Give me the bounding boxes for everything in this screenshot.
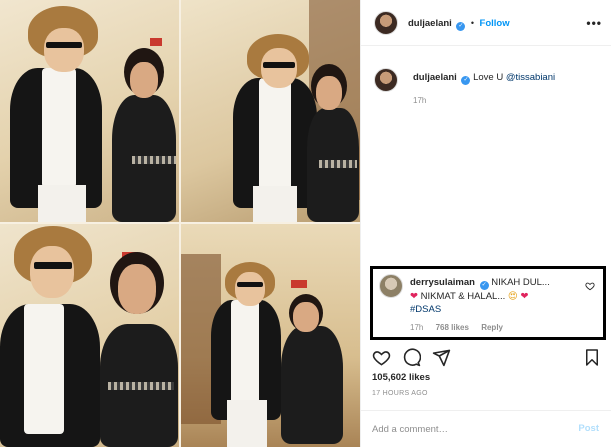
photo-panel-top-left [0,0,179,222]
comment-text-1: NIKAH DUL... [491,277,550,288]
caption-body: Love U [473,72,504,83]
avatar[interactable] [374,68,398,92]
comment-text-2: NIKMAT & HALAL... [420,291,506,302]
woman-dress [281,326,343,444]
caption-text: duljaelani ✓ Love U @tissabiani [413,72,555,85]
reply-button[interactable]: Reply [481,323,503,332]
comment-meta: 17h 768 likes Reply [410,323,513,332]
man-shirt [231,300,259,404]
collage-divider [0,222,360,224]
caption-username[interactable]: duljaelani [413,72,457,83]
add-comment-bar: Post [360,410,611,447]
man-face [30,246,74,298]
post-photo[interactable] [0,0,360,447]
woman-belt [132,156,176,164]
verified-badge-icon: ✓ [479,281,489,290]
caption-time[interactable]: 17h [413,96,426,105]
post-likes-count[interactable]: 105,602 likes [372,372,430,383]
man-pants [38,185,86,222]
comment-username[interactable]: derrysulaiman [410,277,475,288]
photo-panel-bottom-right [181,224,360,447]
header-user-row: duljaelani ✓ • Follow [408,18,510,31]
action-bar [360,344,611,370]
sunglasses [263,62,295,68]
man-shirt [42,68,76,188]
sunglasses [46,42,82,48]
photo-panel-top-right [181,0,360,222]
avatar[interactable] [374,11,398,35]
heart-eyes-emoji-icon: 😍 [507,291,518,302]
man-face [44,28,84,72]
add-comment-input[interactable] [372,421,562,437]
man-pants [227,400,267,447]
man-shirt [259,78,291,190]
comment-bubble-icon[interactable] [400,346,422,368]
man-pants [253,186,297,222]
exit-sign [291,280,307,288]
avatar[interactable] [379,274,403,298]
woman-face [118,264,156,314]
post-comment-button[interactable]: Post [578,423,599,434]
comment-first-line: derrysulaiman ✓ NIKAH DUL... [410,277,550,290]
highlighted-comment: derrysulaiman ✓ NIKAH DUL... ❤ NIKMAT & … [370,266,606,340]
paper-plane-icon[interactable] [430,346,452,368]
comment-likes[interactable]: 768 likes [436,323,469,332]
post-timestamp[interactable]: 17 HOURS AGO [372,390,428,397]
heart-icon[interactable] [370,346,392,368]
comment-like-heart-icon[interactable] [585,281,595,294]
woman-belt [319,160,357,168]
follow-button[interactable]: Follow [480,18,510,29]
woman-belt [108,382,174,390]
man-face [261,48,297,88]
red-heart-emoji-icon: ❤ [520,291,529,302]
comment-hashtag[interactable]: #DSAS [410,304,441,315]
more-dots-icon[interactable]: ••• [586,16,602,30]
post-header: duljaelani ✓ • Follow ••• [361,0,611,46]
comment-time[interactable]: 17h [410,323,423,332]
verified-badge-icon: ✓ [456,22,466,31]
verified-badge-icon: ✓ [461,76,471,85]
man-face [235,272,265,306]
woman-face [293,302,319,332]
header-username[interactable]: duljaelani [408,18,452,29]
comment-second-line: ❤ NIKMAT & HALAL... 😍 ❤ [410,291,528,302]
woman-face [130,62,158,98]
photo-panel-bottom-left [0,224,179,447]
comment-third-line: #DSAS [410,304,441,315]
red-heart-emoji-icon: ❤ [410,291,418,302]
bookmark-icon[interactable] [581,346,603,368]
woman-face [316,76,342,110]
exit-sign [150,38,162,46]
sunglasses [237,282,263,287]
man-shirt [24,304,64,434]
follow-separator: • [470,18,475,28]
sunglasses [34,262,72,269]
caption-mention[interactable]: @tissabiani [506,72,555,83]
